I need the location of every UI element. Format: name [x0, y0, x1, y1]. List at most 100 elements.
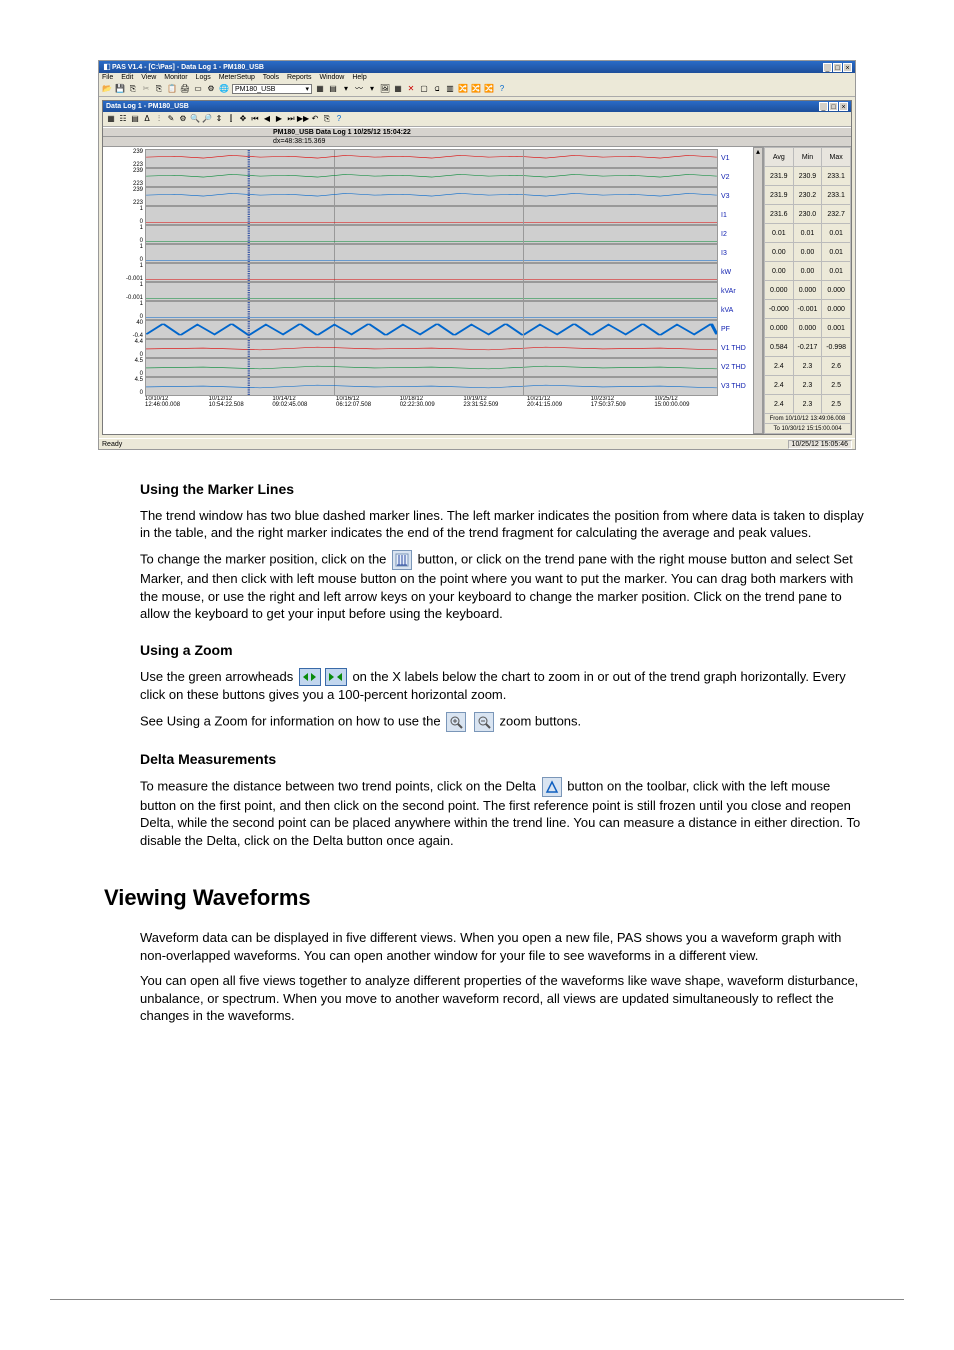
tb-img-icon[interactable]: 🖼 — [380, 84, 390, 94]
plot-area[interactable] — [145, 187, 718, 206]
print-icon[interactable]: 🖨 — [180, 84, 190, 94]
ct-prev-icon[interactable]: ◀ — [262, 114, 272, 124]
ct-chart-icon[interactable]: ▤ — [130, 114, 140, 124]
stats-row: 0.0000.0000.001 — [765, 319, 851, 338]
chart-min-icon[interactable]: _ — [819, 102, 828, 111]
plot-area[interactable] — [145, 225, 718, 244]
heading-delta: Delta Measurements — [140, 750, 864, 769]
plot-area[interactable] — [145, 149, 718, 168]
tb-help-icon[interactable]: ? — [497, 84, 507, 94]
tb-chart2-icon[interactable]: ▥ — [445, 84, 455, 94]
close-icon[interactable]: × — [843, 63, 852, 72]
ct-undo-icon[interactable]: ↶ — [310, 114, 320, 124]
status-ready: Ready — [102, 441, 122, 448]
window-buttons[interactable]: _□× — [822, 63, 852, 72]
menu-logs[interactable]: Logs — [196, 74, 211, 81]
plot-area[interactable] — [145, 263, 718, 282]
document-content: Waveform data can be displayed in five d… — [50, 921, 904, 1033]
tb-table-icon[interactable]: ▦ — [315, 84, 325, 94]
stats-row: 0.0000.0000.000 — [765, 281, 851, 300]
stats-header: Max — [822, 148, 851, 167]
series-label: I2 — [718, 225, 753, 244]
menu-reports[interactable]: Reports — [287, 74, 312, 81]
ct-prevpage-icon[interactable]: ⏮ — [250, 114, 260, 124]
y-axis: 10 — [105, 225, 145, 244]
plot-area[interactable] — [145, 282, 718, 301]
tb-chart-icon[interactable]: ▤ — [328, 84, 338, 94]
open-icon[interactable]: 📂 — [102, 84, 112, 94]
ct-marker-icon[interactable]: ⫶ — [154, 114, 164, 124]
ct-delta-icon[interactable]: Δ — [142, 114, 152, 124]
ct-table-icon[interactable]: ▦ — [106, 114, 116, 124]
menu-monitor[interactable]: Monitor — [164, 74, 187, 81]
copy-icon[interactable]: ⎘ — [154, 84, 164, 94]
menu-window[interactable]: Window — [319, 74, 344, 81]
ct-trend-icon[interactable]: ☷ — [118, 114, 128, 124]
plot-area[interactable] — [145, 320, 718, 339]
chart-scrollbar[interactable]: ▴ — [753, 147, 763, 434]
globe-icon[interactable]: 🌐 — [219, 84, 229, 94]
chart-window-buttons[interactable]: _□× — [818, 102, 848, 111]
ct-zoomout-icon[interactable]: 🔎 — [202, 114, 212, 124]
tb-plus-icon[interactable]: ▾ — [341, 84, 351, 94]
main-toolbar[interactable]: 📂 💾 ⎘ ✂ ⎘ 📋 🖨 ▭ ⚙ 🌐 PM180_USB▾ ▦ ▤ ▾ 〰 ▾… — [99, 82, 855, 97]
ct-help-icon[interactable]: ? — [334, 114, 344, 124]
ct-range-icon[interactable]: ⫿ — [226, 114, 236, 124]
tb-sag-icon[interactable]: 🔀 — [458, 84, 468, 94]
plot-area[interactable] — [145, 377, 718, 396]
chart-max-icon[interactable]: □ — [829, 102, 838, 111]
menu-edit[interactable]: Edit — [121, 74, 133, 81]
series-label: I1 — [718, 206, 753, 225]
tb-swell-icon[interactable]: 🔀 — [471, 84, 481, 94]
plot-area[interactable] — [145, 244, 718, 263]
menu-help[interactable]: Help — [352, 74, 366, 81]
export-icon[interactable]: ⎘ — [128, 84, 138, 94]
chart-toolbar[interactable]: ▦ ☷ ▤ Δ ⫶ ✎ ⚙ 🔍 🔎 ⇕ ⫿ ✥ ⏮ ◀ ▶ ⏭ ▶▶ ↶ ⎘ ? — [103, 112, 851, 127]
ct-fit-icon[interactable]: ⇕ — [214, 114, 224, 124]
plot-area[interactable] — [145, 339, 718, 358]
paragraph: See Using a Zoom for information on how … — [140, 712, 864, 732]
save-icon[interactable]: 💾 — [115, 84, 125, 94]
ct-zoomin-icon[interactable]: 🔍 — [190, 114, 200, 124]
monitor-icon[interactable]: ▭ — [193, 84, 203, 94]
menu-tools[interactable]: Tools — [263, 74, 279, 81]
ct-pan-icon[interactable]: ✥ — [238, 114, 248, 124]
tb-wave-icon[interactable]: 〰 — [354, 84, 364, 94]
plot-area[interactable] — [145, 168, 718, 187]
tb-harm-icon[interactable]: 🔀 — [484, 84, 494, 94]
paste-icon[interactable]: 📋 — [167, 84, 177, 94]
menu-metersetup[interactable]: MeterSetup — [219, 74, 255, 81]
tb-dd-icon[interactable]: ▾ — [367, 84, 377, 94]
menu-file[interactable]: File — [102, 74, 113, 81]
y-axis: 4.40 — [105, 339, 145, 358]
set-marker-button-icon — [392, 550, 412, 570]
tb-box-icon[interactable]: ▢ — [419, 84, 429, 94]
device-select[interactable]: PM180_USB▾ — [232, 84, 312, 94]
ct-nextpage-icon[interactable]: ⏭ — [286, 114, 296, 124]
stats-to: To 10/30/12 15:15:00.004 — [765, 424, 851, 434]
ct-copy-icon[interactable]: ⎘ — [322, 114, 332, 124]
plot-area[interactable] — [145, 358, 718, 377]
plot-row: 10I3 — [105, 244, 753, 263]
ct-play-icon[interactable]: ▶▶ — [298, 114, 308, 124]
tb-grid-icon[interactable]: ▦ — [393, 84, 403, 94]
stats-from: From 10/10/12 13:49:06.008 — [765, 414, 851, 424]
zoom-out-icon — [474, 712, 494, 732]
ct-style-icon[interactable]: ✎ — [166, 114, 176, 124]
chart-close-icon[interactable]: × — [839, 102, 848, 111]
network-icon[interactable]: ⚙ — [206, 84, 216, 94]
tb-filter-icon[interactable]: ⫑ — [432, 84, 442, 94]
menu-bar[interactable]: File Edit View Monitor Logs MeterSetup T… — [99, 73, 855, 82]
ct-next-icon[interactable]: ▶ — [274, 114, 284, 124]
tb-delete-icon[interactable]: ✕ — [406, 84, 416, 94]
y-axis: 4.50 — [105, 358, 145, 377]
plot-area[interactable] — [145, 206, 718, 225]
plot-area[interactable] — [145, 301, 718, 320]
chart-plots[interactable]: 239223V1239223V2239223V310I110I210I31-0.… — [103, 147, 753, 434]
paragraph: The trend window has two blue dashed mar… — [140, 507, 864, 542]
ct-config-icon[interactable]: ⚙ — [178, 114, 188, 124]
menu-view[interactable]: View — [141, 74, 156, 81]
maximize-icon[interactable]: □ — [833, 63, 842, 72]
minimize-icon[interactable]: _ — [823, 63, 832, 72]
paragraph: Use the green arrowheads on the X labels… — [140, 668, 864, 704]
